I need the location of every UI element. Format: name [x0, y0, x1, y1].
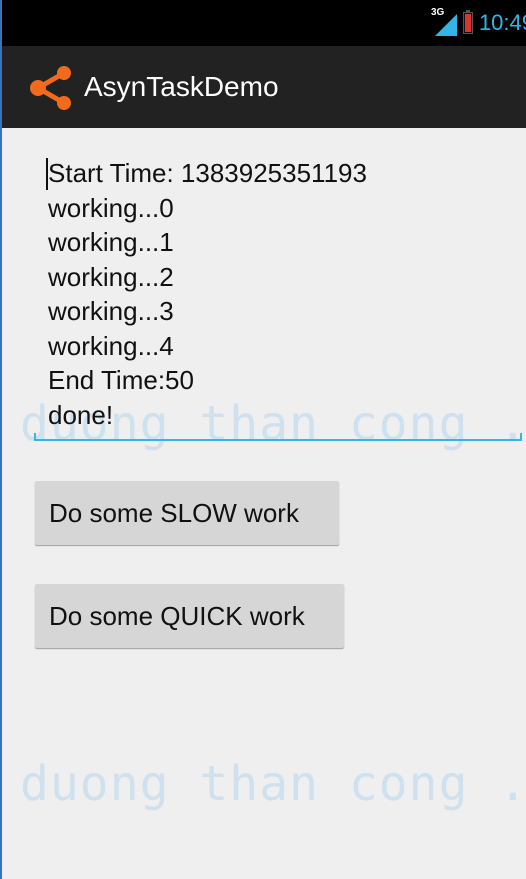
status-bar: 3G 10:49 — [2, 0, 526, 46]
log-line: done! — [48, 399, 114, 430]
slow-work-button[interactable]: Do some SLOW work — [35, 481, 339, 545]
status-icons: 3G 10:49 — [431, 0, 526, 46]
log-line: working...1 — [48, 227, 174, 257]
log-line: working...4 — [48, 330, 174, 361]
log-line: Start Time: 1383925351193 — [48, 158, 367, 188]
log-line: working...2 — [48, 261, 174, 292]
battery-icon — [462, 10, 473, 34]
phone-screen: 3G 10:49 AsynTaskDemo duong than cong . … — [0, 0, 526, 879]
action-bar: AsynTaskDemo — [2, 46, 526, 128]
log-line: working...3 — [48, 296, 174, 326]
log-line: End Time:50 — [48, 365, 194, 395]
app-title: AsynTaskDemo — [84, 71, 279, 102]
status-time: 10:49 — [478, 10, 526, 35]
quick-work-button[interactable]: Do some QUICK work — [35, 584, 344, 648]
share-icon[interactable] — [26, 63, 74, 111]
log-line: working...0 — [48, 192, 174, 223]
log-text-field[interactable]: Start Time: 1383925351193 working...0 work… — [48, 156, 367, 432]
main-content: duong than cong . duong than cong . Star… — [2, 128, 526, 879]
signal-icon: 3G — [431, 7, 457, 36]
watermark: duong than cong . — [20, 756, 526, 812]
text-field-underline — [34, 433, 522, 441]
